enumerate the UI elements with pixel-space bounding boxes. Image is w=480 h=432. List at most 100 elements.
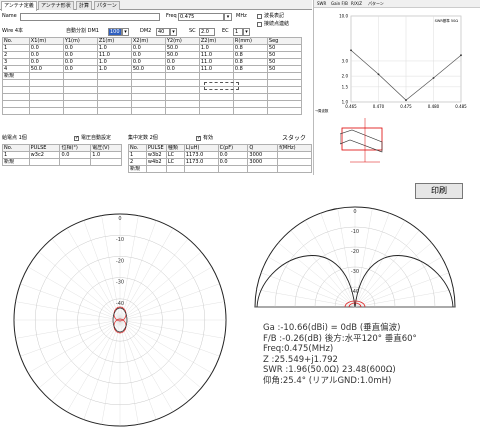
table-cell[interactable] xyxy=(96,72,132,80)
table-cell[interactable]: 0.0 xyxy=(130,58,166,66)
table-cell[interactable] xyxy=(28,107,64,115)
table-cell[interactable]: 50.0 xyxy=(130,65,166,73)
table-cell[interactable] xyxy=(96,86,132,94)
table-cell[interactable] xyxy=(232,93,268,101)
table-cell[interactable] xyxy=(164,72,200,80)
table-cell[interactable]: 0.0 xyxy=(217,158,249,166)
table-cell[interactable]: 0.8 xyxy=(232,44,268,52)
table-cell[interactable] xyxy=(2,86,30,94)
table-row-empty[interactable] xyxy=(2,100,303,108)
table-cell[interactable] xyxy=(59,158,92,166)
table-cell[interactable] xyxy=(62,100,98,108)
table-cell[interactable] xyxy=(164,93,200,101)
table-cell[interactable]: 50 xyxy=(266,51,303,59)
table-cell[interactable] xyxy=(96,100,132,108)
table-cell[interactable]: 4 xyxy=(2,65,30,73)
table-cell[interactable]: 0.8 xyxy=(232,51,268,59)
table-cell[interactable]: 新規 xyxy=(2,72,30,80)
table-cell[interactable]: 1173.0 xyxy=(183,151,219,159)
table-cell[interactable]: w4b2 xyxy=(145,158,167,166)
table-cell[interactable] xyxy=(198,100,234,108)
table-cell[interactable]: 50.0 xyxy=(28,65,64,73)
table-cell[interactable]: 0.0 xyxy=(62,65,98,73)
stack-label[interactable]: スタック xyxy=(282,135,306,142)
table-cell[interactable] xyxy=(90,158,122,166)
table-row-empty[interactable] xyxy=(2,86,303,94)
table-cell[interactable] xyxy=(130,93,166,101)
table-cell[interactable] xyxy=(164,100,200,108)
table-cell[interactable]: 50 xyxy=(266,44,303,52)
table-cell[interactable]: 0.0 xyxy=(130,44,166,52)
table-cell[interactable] xyxy=(130,72,166,80)
table-row[interactable]: 1 0.0 0.0 1.0 0.0 50.0 1.0 0.8 50 xyxy=(2,44,303,52)
table-cell[interactable]: LC xyxy=(165,158,185,166)
table-cell[interactable]: 1 xyxy=(128,151,147,159)
sc-input[interactable]: 2.0 xyxy=(199,28,215,36)
table-cell[interactable] xyxy=(62,72,98,80)
table-cell[interactable]: w3c2 xyxy=(28,151,61,159)
table-cell[interactable]: 50.0 xyxy=(164,44,200,52)
table-cell[interactable]: 新規 xyxy=(2,158,30,166)
table-cell[interactable]: 新規 xyxy=(128,165,147,173)
tab-antenna-definition[interactable]: アンテナ定義 xyxy=(1,1,37,11)
table-cell[interactable] xyxy=(266,93,303,101)
table-cell[interactable]: 50 xyxy=(266,65,303,73)
table-cell[interactable] xyxy=(266,72,303,80)
table-cell[interactable] xyxy=(164,107,200,115)
pattern-tab[interactable]: パターン xyxy=(368,0,384,8)
table-cell[interactable]: 0.0 xyxy=(28,44,64,52)
table-cell[interactable]: 1.0 xyxy=(96,65,132,73)
table-cell[interactable] xyxy=(277,158,312,166)
table-cell[interactable] xyxy=(2,93,30,101)
table-cell[interactable]: 1.0 xyxy=(198,44,234,52)
table-cell[interactable] xyxy=(130,107,166,115)
table-cell[interactable] xyxy=(247,165,279,173)
table-cell[interactable]: 1 xyxy=(2,44,30,52)
table-cell[interactable]: 3 xyxy=(2,58,30,66)
table-cell[interactable]: 50.0 xyxy=(164,51,200,59)
table-cell[interactable] xyxy=(164,86,200,94)
table-cell[interactable] xyxy=(62,107,98,115)
table-cell[interactable] xyxy=(198,93,234,101)
table-cell[interactable] xyxy=(96,93,132,101)
table-cell[interactable] xyxy=(165,165,185,173)
table-cell[interactable] xyxy=(2,79,30,87)
tab-calculate[interactable]: 計算 xyxy=(76,1,93,10)
table-cell[interactable] xyxy=(232,107,268,115)
table-cell[interactable]: 2 xyxy=(128,158,147,166)
table-cell[interactable] xyxy=(277,151,312,159)
table-row[interactable]: 2 0.0 0.0 11.0 0.0 50.0 11.0 0.8 50 xyxy=(2,51,303,59)
ec-input[interactable]: 1 xyxy=(233,28,243,36)
connect-checkbox[interactable] xyxy=(257,22,262,27)
table-row-empty[interactable] xyxy=(2,79,303,87)
table-cell[interactable]: 11.0 xyxy=(198,58,234,66)
table-cell[interactable] xyxy=(198,107,234,115)
table-cell[interactable] xyxy=(62,93,98,101)
dm2-input[interactable]: 40 xyxy=(156,28,170,36)
table-cell[interactable] xyxy=(28,86,64,94)
table-cell[interactable]: 3000 xyxy=(247,151,279,159)
table-cell[interactable] xyxy=(232,100,268,108)
table-cell[interactable]: 3000 xyxy=(247,158,279,166)
table-cell[interactable]: 50 xyxy=(266,58,303,66)
dm1-dropdown[interactable]: ▾ xyxy=(122,28,129,36)
table-cell[interactable]: 1173.0 xyxy=(183,158,219,166)
table-cell[interactable] xyxy=(130,79,166,87)
table-row-empty[interactable] xyxy=(2,93,303,101)
table-cell[interactable]: 2 xyxy=(2,51,30,59)
table-cell[interactable] xyxy=(266,107,303,115)
table-cell[interactable]: 1.0 xyxy=(90,151,122,159)
table-cell[interactable]: 0.0 xyxy=(59,151,92,159)
name-input[interactable] xyxy=(20,13,160,21)
table-cell[interactable] xyxy=(96,107,132,115)
table-cell[interactable] xyxy=(183,165,219,173)
table-row[interactable]: 4 50.0 0.0 1.0 50.0 0.0 11.0 0.8 50 xyxy=(2,65,303,73)
table-cell[interactable]: 1.0 xyxy=(96,58,132,66)
table-cell[interactable]: 0.0 xyxy=(217,151,249,159)
table-cell[interactable] xyxy=(28,158,61,166)
table-cell[interactable] xyxy=(198,72,234,80)
dm1-input[interactable]: 100 xyxy=(108,28,122,36)
table-cell[interactable] xyxy=(266,79,303,87)
table-cell[interactable]: 0.0 xyxy=(62,51,98,59)
gain-fb-tab[interactable]: Gain F/B xyxy=(331,0,348,8)
